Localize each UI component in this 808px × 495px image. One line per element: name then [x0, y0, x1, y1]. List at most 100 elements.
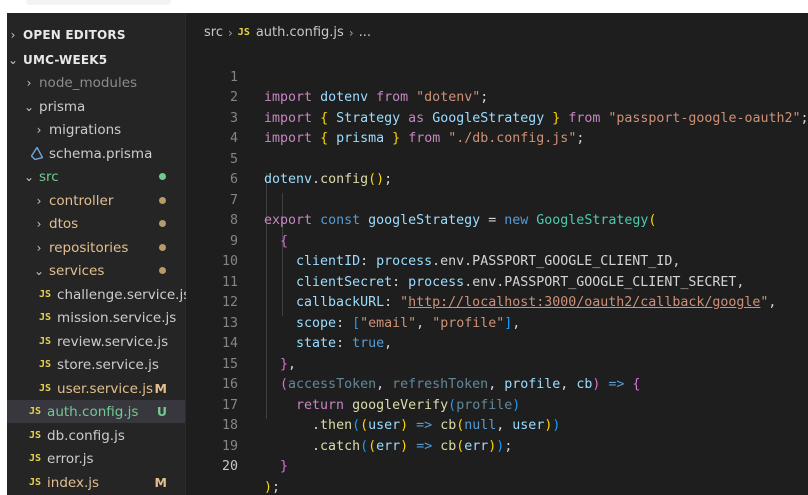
tree-item-label: user.service.js — [57, 380, 153, 397]
code-editor[interactable]: src › JS auth.config.js › ... 1 import d… — [186, 13, 808, 495]
code-line: 5 dotenv.config(); — [186, 129, 808, 188]
prisma-file-icon — [31, 147, 43, 160]
js-file-icon: JS — [39, 359, 52, 370]
tree-item-label: index.js — [47, 474, 100, 491]
tree-item-index[interactable]: JS index.js M — [7, 471, 185, 494]
code-line: 19 } — [186, 416, 808, 475]
top-strip — [0, 0, 808, 13]
tree-item-review-service[interactable]: JS review.service.js — [7, 330, 185, 353]
chevron-right-icon: › — [227, 25, 233, 40]
code-line: 15 (accessToken, refreshToken, profile, … — [186, 334, 808, 393]
code-line: 3 import { prisma } from "./db.config.js… — [186, 88, 808, 147]
tab-hint — [26, 0, 171, 5]
open-editors-header[interactable]: › OPEN EDITORS — [7, 23, 185, 46]
line-number: 20 — [221, 459, 238, 474]
project-header[interactable]: ⌄ UMC-WEEK5 — [7, 48, 185, 71]
code-line: 9 clientID: process.env.PASSPORT_GOOGLE_… — [186, 211, 808, 270]
breadcrumb: src › JS auth.config.js › ... — [204, 25, 371, 40]
code-line: 12 scope: ["email", "profile"], — [186, 273, 808, 331]
code-line: 20 ); — [186, 437, 808, 495]
code-line: 1 import dotenv from "dotenv"; — [186, 47, 808, 106]
tree-item-challenge-service[interactable]: JS challenge.service.js — [7, 283, 190, 306]
code-line: 17 .then((user) => cb(null, user)) — [186, 375, 808, 434]
tree-item-repositories[interactable]: › repositories — [7, 236, 185, 259]
tree-item-label: error.js — [47, 450, 94, 467]
code-area[interactable]: 1 import dotenv from "dotenv"; 2 import … — [186, 47, 808, 495]
tree-item-controller[interactable]: › controller — [7, 189, 185, 212]
explorer-sidebar: › OPEN EDITORS ⌄ UMC-WEEK5 › node_module… — [7, 13, 190, 495]
code-line: 11 callbackURL: "http://localhost:3000/o… — [186, 252, 808, 311]
chevron-right-icon: › — [36, 193, 42, 208]
tree-item-store-service[interactable]: JS store.service.js — [7, 353, 185, 376]
chevron-right-icon: › — [36, 240, 42, 255]
chevron-right-icon: › — [10, 27, 16, 42]
tree-item-schema-prisma[interactable]: schema.prisma — [7, 142, 185, 165]
chevron-right-icon: › — [36, 216, 42, 231]
chevron-right-icon: › — [36, 122, 42, 137]
tree-item-auth-config[interactable]: JS auth.config.js U — [7, 400, 185, 423]
tree-item-label: repositories — [49, 239, 129, 256]
git-dot-icon — [159, 267, 166, 274]
project-title: UMC-WEEK5 — [23, 52, 108, 67]
git-dot-icon — [159, 244, 166, 251]
tree-item-src[interactable]: ⌄ src — [7, 165, 185, 188]
tree-item-node-modules[interactable]: › node_modules — [7, 71, 185, 94]
tree-item-label: db.config.js — [47, 427, 125, 444]
code-text: } — [280, 459, 289, 474]
git-untracked-badge: U — [156, 404, 167, 419]
chevron-down-icon: ⌄ — [33, 263, 45, 278]
js-file-icon: JS — [237, 27, 250, 38]
code-line: 7 export const googleStrategy = new Goog… — [186, 170, 808, 229]
breadcrumb-file[interactable]: auth.config.js — [256, 25, 344, 40]
tree-item-user-service[interactable]: JS user.service.js M — [7, 377, 185, 400]
code-line: 16 return googleVerify(profile) — [186, 355, 808, 413]
code-line: 4 — [186, 109, 808, 146]
chevron-down-icon: ⌄ — [23, 99, 35, 114]
js-file-icon: JS — [39, 336, 52, 347]
tree-item-label: prisma — [39, 98, 86, 115]
code-text: ); — [264, 479, 281, 495]
tree-item-label: controller — [49, 192, 114, 209]
tree-item-label: store.service.js — [57, 356, 159, 373]
tree-item-label: challenge.service.js — [57, 286, 191, 303]
js-file-icon: JS — [29, 406, 42, 417]
breadcrumb-folder[interactable]: src — [204, 25, 223, 40]
tree-item-label: review.service.js — [57, 333, 169, 350]
chevron-right-icon: › — [348, 25, 354, 40]
chevron-down-icon: ⌄ — [7, 52, 19, 67]
code-line: 6 — [186, 150, 808, 187]
code-line: 2 import { Strategy as GoogleStrategy } … — [186, 68, 808, 126]
tree-item-label: auth.config.js — [47, 403, 139, 420]
tree-item-migrations[interactable]: › migrations — [7, 118, 185, 141]
tree-item-error[interactable]: JS error.js — [7, 447, 185, 470]
js-file-icon: JS — [29, 430, 42, 441]
vscode-window: › OPEN EDITORS ⌄ UMC-WEEK5 › node_module… — [7, 13, 808, 495]
js-file-icon: JS — [29, 477, 42, 488]
tree-item-db-config[interactable]: JS db.config.js — [7, 424, 185, 447]
git-dot-icon — [159, 197, 166, 204]
tree-item-services[interactable]: ⌄ services — [7, 259, 185, 282]
js-file-icon: JS — [29, 453, 42, 464]
code-line: 14 }, — [186, 314, 808, 372]
js-file-icon: JS — [39, 383, 52, 394]
tree-item-label: migrations — [49, 121, 122, 138]
tree-item-prisma[interactable]: ⌄ prisma — [7, 95, 185, 118]
tree-item-label: dtos — [49, 215, 79, 232]
open-editors-title: OPEN EDITORS — [23, 27, 126, 42]
js-file-icon: JS — [39, 312, 52, 323]
git-dot-icon — [159, 220, 166, 227]
tree-item-dtos[interactable]: › dtos — [7, 212, 185, 235]
tree-item-label: schema.prisma — [49, 145, 153, 162]
code-line: 8 { — [186, 191, 808, 249]
breadcrumb-more[interactable]: ... — [359, 25, 371, 40]
tree-item-label: node_modules — [39, 74, 138, 91]
tree-item-label: services — [49, 262, 105, 279]
git-modified-badge: M — [154, 381, 167, 396]
js-file-icon: JS — [39, 289, 52, 300]
code-line: 13 state: true, — [186, 293, 808, 352]
tree-item-label: mission.service.js — [57, 309, 177, 326]
tree-item-mission-service[interactable]: JS mission.service.js — [7, 306, 185, 329]
chevron-down-icon: ⌄ — [23, 169, 35, 184]
git-dot-icon — [159, 173, 166, 180]
code-line: 18 .catch((err) => cb(err)); — [186, 396, 808, 454]
